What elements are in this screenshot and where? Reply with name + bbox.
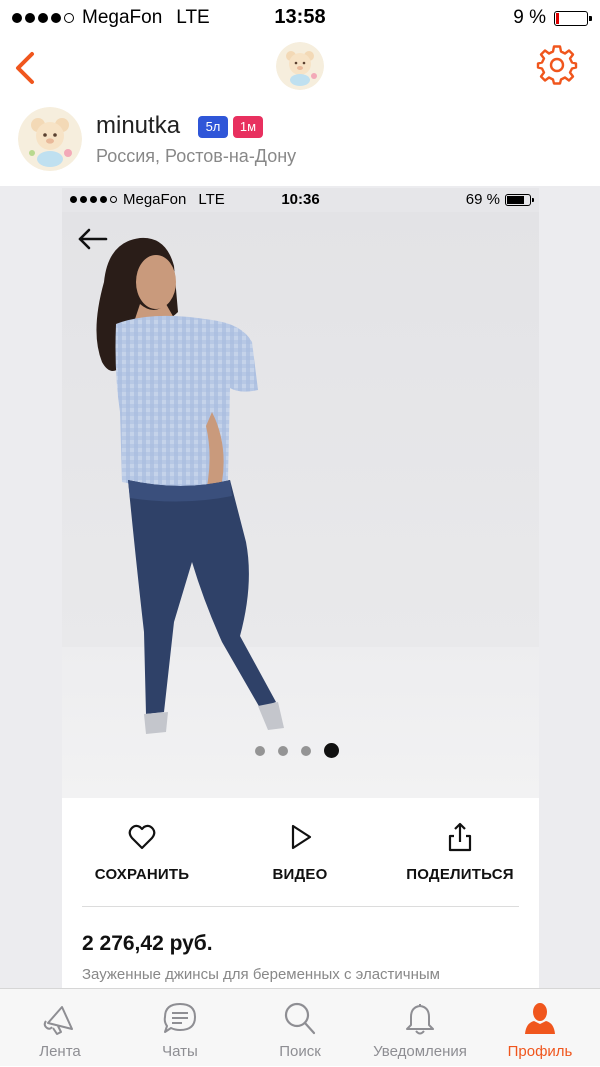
pager-dot-active[interactable] xyxy=(324,743,339,758)
post-card[interactable]: MegaFon LTE 10:36 69 % СОХРАНИТЬ ВИДЕО П… xyxy=(62,188,539,988)
search-icon xyxy=(284,1002,316,1035)
back-button[interactable] xyxy=(10,48,44,88)
bear-avatar-icon xyxy=(18,107,82,171)
tab-feed[interactable]: Лента xyxy=(0,989,120,1067)
status-right: 9 % xyxy=(513,7,592,29)
profile-city: Россия, Ростов-на-Дону xyxy=(96,146,297,166)
tab-notifications-label: Уведомления xyxy=(373,1043,467,1060)
share-icon xyxy=(448,822,472,852)
tab-chats[interactable]: Чаты xyxy=(120,989,240,1067)
photo-back-button[interactable] xyxy=(76,226,110,252)
pager-dot[interactable] xyxy=(255,745,265,756)
video-label: ВИДЕО xyxy=(272,866,328,883)
inner-status-bar: MegaFon LTE 10:36 69 % xyxy=(62,188,539,212)
badge-years: 5л xyxy=(198,116,228,138)
divider xyxy=(82,906,519,907)
battery-icon xyxy=(554,10,592,26)
profile-icon xyxy=(525,1003,555,1034)
profile-card[interactable]: minutka 5л 1м Россия, Ростов-на-Дону xyxy=(0,100,600,186)
photo-pager[interactable] xyxy=(255,743,339,758)
tab-profile-label: Профиль xyxy=(507,1043,573,1060)
tab-profile[interactable]: Профиль xyxy=(480,989,600,1067)
model-photo-image xyxy=(62,212,539,798)
inner-battery-percent: 69 % xyxy=(465,191,500,208)
pager-dot[interactable] xyxy=(301,745,311,756)
arrow-left-icon xyxy=(78,228,108,250)
status-time: 13:58 xyxy=(274,6,326,28)
product-price: 2 276,42 руб. xyxy=(82,932,213,955)
bell-icon xyxy=(406,1004,434,1035)
chevron-left-icon xyxy=(16,52,34,84)
save-button[interactable]: СОХРАНИТЬ xyxy=(62,798,222,883)
share-label: ПОДЕЛИТЬСЯ xyxy=(406,866,514,883)
tab-search-label: Поиск xyxy=(279,1043,321,1060)
badge-months: 1м xyxy=(233,116,263,138)
save-label: СОХРАНИТЬ xyxy=(94,866,190,883)
settings-button[interactable] xyxy=(536,44,578,86)
chat-icon xyxy=(163,1003,196,1033)
profile-name[interactable]: minutka xyxy=(96,112,180,140)
product-photo[interactable] xyxy=(62,212,539,798)
tab-chats-label: Чаты xyxy=(162,1043,198,1060)
inner-status-right: 69 % xyxy=(465,191,534,208)
video-button[interactable]: ВИДЕО xyxy=(220,798,380,883)
post-actions: СОХРАНИТЬ ВИДЕО ПОДЕЛИТЬСЯ xyxy=(62,798,539,906)
play-icon xyxy=(291,824,312,850)
battery-icon xyxy=(505,193,534,206)
nav-avatar[interactable] xyxy=(276,42,324,90)
megaphone-icon xyxy=(43,1006,73,1035)
tab-notifications[interactable]: Уведомления xyxy=(360,989,480,1067)
gear-icon xyxy=(536,45,578,85)
tab-bar: Лента Чаты Поиск Уведомления Профиль xyxy=(0,988,600,1066)
profile-avatar[interactable] xyxy=(18,107,82,171)
tab-feed-label: Лента xyxy=(39,1043,81,1060)
battery-percent: 9 % xyxy=(513,7,546,28)
bear-avatar-icon xyxy=(276,42,324,90)
pager-dot[interactable] xyxy=(278,745,288,756)
status-bar: MegaFon LTE 13:58 9 % xyxy=(0,0,600,34)
heart-icon xyxy=(128,824,156,850)
tab-search[interactable]: Поиск xyxy=(240,989,360,1067)
product-description[interactable]: Зауженные джинсы для беременных с эласти… xyxy=(82,966,440,983)
nav-bar xyxy=(0,34,600,100)
share-button[interactable]: ПОДЕЛИТЬСЯ xyxy=(380,798,539,883)
